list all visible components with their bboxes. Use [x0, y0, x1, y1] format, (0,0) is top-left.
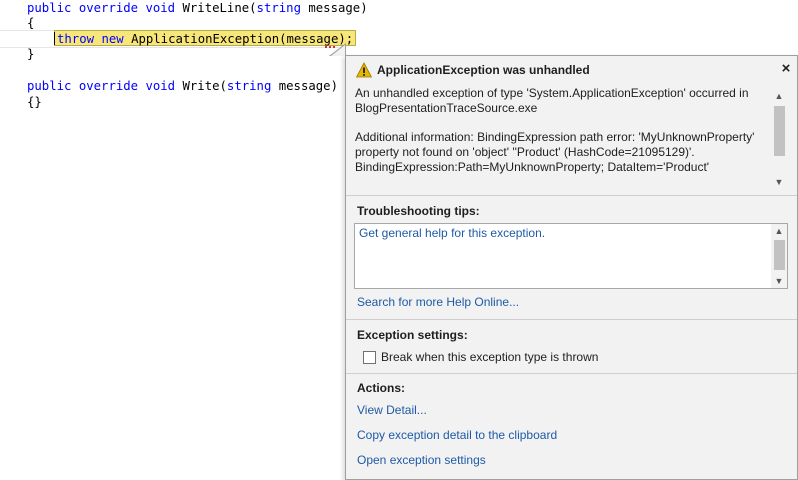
- additional-information: Additional information: BindingExpressio…: [355, 130, 755, 174]
- exception-statement-highlight[interactable]: throw new ApplicationException(message);: [54, 30, 357, 46]
- troubleshooting-heading: Troubleshooting tips:: [357, 204, 480, 218]
- search-help-online-link[interactable]: Search for more Help Online...: [357, 295, 519, 309]
- tips-scrollbar[interactable]: ▲ ▼: [771, 224, 787, 288]
- section-divider: [346, 373, 797, 374]
- popup-pointer-fill: [331, 45, 345, 56]
- view-detail-link[interactable]: View Detail...: [357, 403, 427, 417]
- exception-settings-heading: Exception settings:: [357, 328, 468, 342]
- scrollbar-thumb[interactable]: [774, 106, 785, 156]
- popup-title: ApplicationException was unhandled: [377, 63, 590, 77]
- code-line-open-brace[interactable]: {: [27, 15, 34, 31]
- general-help-link[interactable]: Get general help for this exception.: [359, 226, 545, 240]
- close-icon[interactable]: ×: [782, 60, 791, 77]
- warning-icon: [356, 62, 372, 78]
- troubleshooting-tips-box: Get general help for this exception. ▲ ▼: [354, 223, 788, 289]
- copy-exception-detail-link[interactable]: Copy exception detail to the clipboard: [357, 428, 557, 442]
- code-line-empty-body[interactable]: {}: [27, 94, 42, 110]
- code-line-close-brace[interactable]: }: [27, 46, 34, 62]
- actions-heading: Actions:: [357, 381, 405, 395]
- text-caret: [54, 32, 55, 45]
- section-divider: [346, 195, 797, 196]
- scrollbar-thumb[interactable]: [774, 240, 785, 270]
- break-on-throw-checkbox[interactable]: [363, 351, 376, 364]
- exception-details: An unhandled exception of type 'System.A…: [355, 86, 787, 190]
- popup-title-bar: ApplicationException was unhandled ×: [346, 56, 797, 84]
- exception-message: An unhandled exception of type 'System.A…: [355, 86, 749, 115]
- section-divider: [346, 319, 797, 320]
- code-line-write[interactable]: public override void Write(string messag…: [27, 78, 338, 94]
- code-line-writeline[interactable]: public override void WriteLine(string me…: [27, 0, 368, 16]
- chevron-down-icon[interactable]: ▼: [771, 274, 787, 288]
- exception-assistant-popup: ApplicationException was unhandled × An …: [345, 55, 798, 480]
- open-exception-settings-link[interactable]: Open exception settings: [357, 453, 486, 467]
- break-on-throw-label[interactable]: Break when this exception type is thrown: [381, 350, 598, 364]
- chevron-up-icon[interactable]: ▲: [771, 89, 787, 103]
- chevron-down-icon[interactable]: ▼: [771, 175, 787, 189]
- close-button[interactable]: ×: [778, 61, 794, 77]
- details-scrollbar[interactable]: ▲ ▼: [771, 89, 787, 189]
- chevron-up-icon[interactable]: ▲: [771, 224, 787, 238]
